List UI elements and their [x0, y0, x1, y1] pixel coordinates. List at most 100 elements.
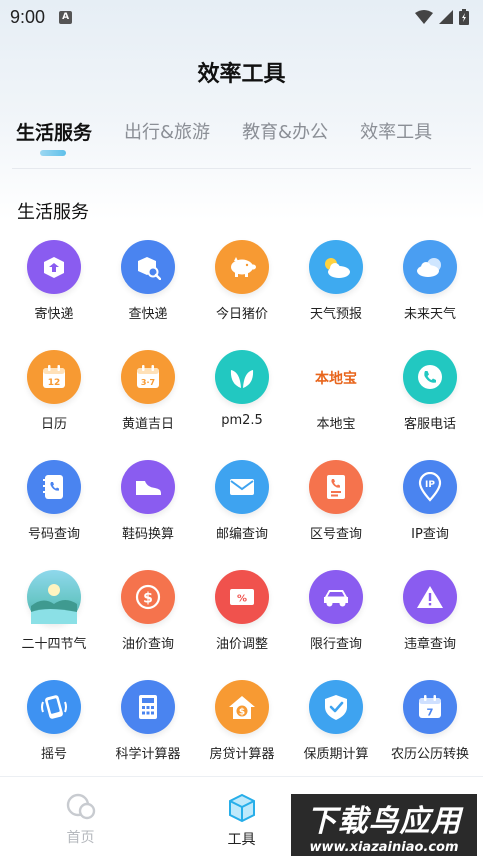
tool-number-lookup[interactable]: 号码查询	[7, 460, 101, 570]
tool-oil-adjust[interactable]: % 油价调整	[195, 570, 289, 680]
landscape-icon	[27, 570, 81, 624]
tool-send-express[interactable]: 寄快递	[7, 240, 101, 350]
shield-check-icon	[309, 680, 363, 734]
shoe-icon	[121, 460, 175, 514]
tool-label: 查快递	[128, 307, 168, 322]
tool-weather-forecast[interactable]: 天气预报	[289, 240, 383, 350]
tool-label: 鞋码换算	[121, 527, 174, 542]
status-bar: 9:00 A	[0, 0, 483, 34]
tool-violation[interactable]: 违章查询	[383, 570, 477, 680]
tool-track-express[interactable]: 查快递	[101, 240, 195, 350]
house-dollar-icon: $	[215, 680, 269, 734]
tool-grid: 寄快递 查快递 今日猪价 天气预报 未来天气 12 日历 3·7 黄道吉日 pm…	[7, 240, 477, 790]
percent-tag-icon: %	[215, 570, 269, 624]
cube-icon	[228, 793, 255, 823]
tool-ip-lookup[interactable]: IP IP查询	[383, 460, 477, 570]
nav-label: 工具	[227, 832, 256, 848]
bendibao-logo-icon: 本地宝	[309, 350, 363, 404]
svg-text:$: $	[143, 591, 153, 607]
active-tab-indicator	[40, 150, 66, 156]
tool-label: 本地宝	[316, 417, 356, 432]
tool-label: pm2.5	[221, 413, 263, 428]
tool-lottery[interactable]: 摇号	[7, 680, 101, 790]
watermark-main: 下载鸟应用	[306, 803, 462, 839]
tool-label: 区号查询	[309, 527, 362, 542]
tool-pm25[interactable]: pm2.5	[195, 350, 289, 460]
status-time: 9:00	[10, 6, 46, 27]
tool-traffic-restriction[interactable]: 限行查询	[289, 570, 383, 680]
tabs-divider	[12, 168, 471, 169]
phone-icon	[403, 350, 457, 404]
phone-document-icon	[309, 460, 363, 514]
tab-travel[interactable]: 出行&旅游	[124, 118, 210, 168]
tool-shelf-life[interactable]: 保质期计算	[289, 680, 383, 790]
dollar-icon: $	[121, 570, 175, 624]
tool-shoe-size[interactable]: 鞋码换算	[101, 460, 195, 570]
svg-text:%: %	[237, 594, 247, 605]
phone-shake-icon	[27, 680, 81, 734]
tool-label: 油价调整	[215, 637, 268, 652]
section-title: 生活服务	[17, 202, 89, 223]
tool-label: 号码查询	[27, 527, 80, 542]
tool-pig-price[interactable]: 今日猪价	[195, 240, 289, 350]
svg-text:3·7: 3·7	[141, 378, 155, 387]
nav-home[interactable]: 首页	[0, 777, 161, 860]
tool-label: 天气预报	[309, 307, 362, 322]
wifi-icon	[415, 10, 433, 24]
tool-label: 未来天气	[403, 307, 456, 322]
signal-icon	[439, 10, 453, 24]
tab-education-office[interactable]: 教育&办公	[242, 118, 328, 168]
notification-icon: A	[59, 10, 73, 24]
tool-area-code[interactable]: 区号查询	[289, 460, 383, 570]
category-tabs: 生活服务 出行&旅游 教育&办公 效率工具	[16, 118, 467, 168]
calculator-icon	[121, 680, 175, 734]
tool-label: 油价查询	[121, 637, 174, 652]
page-title: 效率工具	[197, 62, 286, 87]
tool-solar-terms[interactable]: 二十四节气	[7, 570, 101, 680]
tool-label: 房贷计算器	[209, 747, 275, 762]
tab-life-services[interactable]: 生活服务	[16, 118, 92, 168]
tool-bendibao[interactable]: 本地宝 本地宝	[289, 350, 383, 460]
phone-book-icon	[27, 460, 81, 514]
svg-text:IP: IP	[425, 480, 435, 490]
tool-label: 摇号	[40, 747, 67, 762]
envelope-icon	[215, 460, 269, 514]
tool-calendar[interactable]: 12 日历	[7, 350, 101, 460]
car-icon	[309, 570, 363, 624]
pig-icon	[215, 240, 269, 294]
svg-text:12: 12	[48, 378, 61, 388]
tool-label: 日历	[40, 417, 67, 432]
tool-postcode[interactable]: 邮编查询	[195, 460, 289, 570]
home-bubble-icon	[66, 793, 95, 820]
calendar-icon: 3·7	[121, 350, 175, 404]
svg-text:本地宝: 本地宝	[315, 370, 357, 387]
leaf-icon	[215, 350, 269, 404]
calendar-icon: 7	[403, 680, 457, 734]
tool-lunar-solar-convert[interactable]: 7 农历公历转换	[383, 680, 477, 790]
tool-label: 保质期计算	[303, 747, 369, 762]
watermark: 下载鸟应用 www.xiazainiao.com	[289, 792, 479, 858]
package-search-icon	[121, 240, 175, 294]
tool-label: 二十四节气	[21, 637, 87, 652]
tool-label: 违章查询	[403, 637, 456, 652]
tool-scientific-calculator[interactable]: 科学计算器	[101, 680, 195, 790]
battery-icon	[459, 9, 469, 25]
nav-label: 首页	[66, 830, 95, 846]
tool-future-weather[interactable]: 未来天气	[383, 240, 477, 350]
tool-oil-price[interactable]: $ 油价查询	[101, 570, 195, 680]
tool-label: 今日猪价	[215, 307, 268, 322]
tool-auspicious-day[interactable]: 3·7 黄道吉日	[101, 350, 195, 460]
svg-text:$: $	[239, 708, 245, 718]
tool-label: IP查询	[411, 527, 449, 542]
tool-label: 客服电话	[403, 417, 456, 432]
tab-efficiency-tools[interactable]: 效率工具	[360, 118, 432, 168]
tool-label: 邮编查询	[215, 527, 268, 542]
warning-icon	[403, 570, 457, 624]
watermark-url: www.xiazainiao.com	[309, 839, 459, 855]
tool-mortgage-calculator[interactable]: $ 房贷计算器	[195, 680, 289, 790]
tool-label: 农历公历转换	[390, 747, 469, 762]
tool-label: 寄快递	[34, 307, 74, 322]
calendar-icon: 12	[27, 350, 81, 404]
tool-service-phone[interactable]: 客服电话	[383, 350, 477, 460]
cloud-icon	[403, 240, 457, 294]
